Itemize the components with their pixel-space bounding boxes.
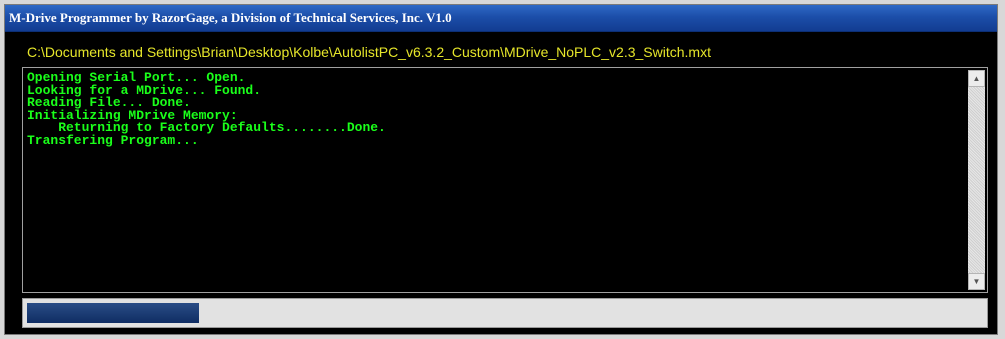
main-window: M-Drive Programmer by RazorGage, a Divis… xyxy=(4,4,998,335)
triangle-down-icon: ▼ xyxy=(972,277,981,286)
scroll-up-button[interactable]: ▲ xyxy=(968,70,985,87)
vertical-scrollbar[interactable]: ▲ ▼ xyxy=(968,70,985,290)
console-line: Transfering Program... xyxy=(27,132,199,148)
scroll-down-button[interactable]: ▼ xyxy=(968,273,985,290)
triangle-up-icon: ▲ xyxy=(972,74,981,83)
window-title: M-Drive Programmer by RazorGage, a Divis… xyxy=(5,5,997,32)
file-path-label: C:\Documents and Settings\Brian\Desktop\… xyxy=(5,32,997,60)
console-output[interactable]: Opening Serial Port... Open. Looking for… xyxy=(22,67,988,293)
progress-bar xyxy=(22,298,988,328)
progress-fill xyxy=(27,303,199,323)
console-text: Opening Serial Port... Open. Looking for… xyxy=(25,70,967,290)
